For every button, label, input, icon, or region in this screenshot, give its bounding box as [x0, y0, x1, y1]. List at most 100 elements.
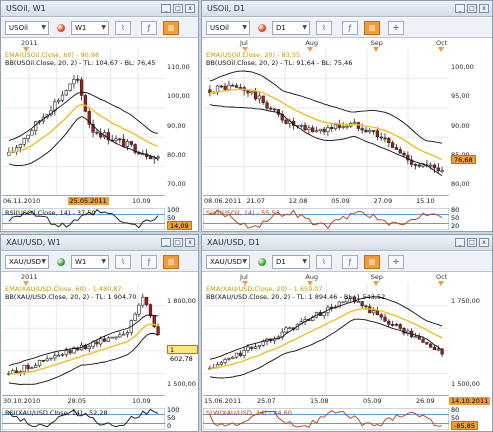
ema-legend: EMA(USOil.Close, 20) - 83,55	[206, 51, 301, 59]
panel-title-bar[interactable]: XAU/USD, D1 _ □ x	[202, 235, 492, 251]
minimize-button[interactable]: _	[161, 238, 171, 247]
indicators-icon[interactable]: ƒ	[342, 21, 358, 35]
close-button[interactable]: x	[185, 238, 195, 247]
chart-type-icon[interactable]: ⌇	[316, 255, 332, 269]
candle-body	[284, 327, 288, 333]
x-axis-date: 05.09	[363, 397, 382, 405]
symbol-select[interactable]: USOil ▼	[206, 21, 250, 35]
bar-mode-icon[interactable]: ▥	[163, 21, 179, 35]
candle-body	[390, 142, 395, 148]
y-axis-tick: 90,00	[167, 121, 186, 130]
candle-body	[114, 336, 118, 339]
minimize-button[interactable]: _	[161, 4, 171, 13]
candle-body	[383, 316, 387, 322]
candle-body	[379, 136, 383, 139]
timeframe-select[interactable]: W1 ▼	[71, 21, 109, 35]
x-axis-date: 25.07	[257, 397, 276, 405]
close-button[interactable]: x	[185, 4, 195, 13]
symbol-select[interactable]: XAU/USD ▼	[206, 255, 250, 269]
candle-body	[387, 320, 391, 325]
candle-body	[95, 131, 99, 134]
indicators-icon[interactable]: ƒ	[141, 255, 157, 269]
candle-body	[148, 304, 153, 317]
x-axis-date: 10.09	[132, 197, 151, 205]
chart-type-icon[interactable]: ⌇	[115, 21, 131, 35]
x-axis-date: 26.09	[416, 397, 435, 405]
timeframe-select[interactable]: D1 ▼	[272, 21, 310, 35]
candle-body	[429, 343, 433, 348]
top-date-label: 2011	[21, 273, 38, 281]
candle-body	[68, 83, 72, 91]
bar-mode-icon[interactable]: ▥	[364, 255, 380, 269]
candle-body	[307, 127, 311, 131]
close-button[interactable]: x	[479, 4, 489, 13]
symbol-value: USOil	[9, 24, 28, 32]
top-date-label: Aug	[305, 39, 319, 47]
candle-body	[56, 99, 61, 103]
symbol-select[interactable]: USOil ▼	[5, 21, 49, 35]
bollinger-legend: BB(XAU/USD.Close, 20, 2) - TL: 1 894,46 …	[206, 293, 386, 301]
x-axis-date: 25.05.2011	[67, 197, 109, 205]
close-button[interactable]: x	[479, 238, 489, 247]
panel-title-bar[interactable]: XAU/USD, W1 _ □ x	[1, 235, 198, 251]
maximize-button[interactable]: □	[173, 238, 183, 247]
y-axis-tick: 1 750,00	[451, 297, 480, 305]
candle-body	[125, 141, 130, 147]
chart-panel-3: XAU/USD, W1 _ □ x XAU/USD ▼ W1 ▼ ⌇ ƒ ▥ 2011 BB(XAU/U…	[0, 234, 199, 432]
candle-body	[246, 346, 250, 351]
crosshair-icon[interactable]: ✛	[388, 21, 404, 35]
status-indicator-icon	[57, 258, 65, 266]
x-axis-date: 15.06.2011	[204, 397, 242, 405]
candle-body	[114, 138, 118, 141]
candle-body	[238, 352, 242, 356]
symbol-value: XAU/USD	[210, 258, 243, 266]
current-price-badge: 76,68	[451, 154, 476, 164]
candle-body	[257, 344, 262, 348]
x-axis-date: 28.05	[67, 397, 87, 405]
x-axis-date: 27.09	[373, 197, 393, 205]
x-axis-date: 10.09	[132, 397, 151, 405]
candle-body	[238, 87, 242, 89]
chart-type-icon[interactable]: ⌇	[316, 21, 332, 35]
timeframe-select[interactable]: D1 ▼	[272, 255, 310, 269]
candle-body	[110, 336, 114, 339]
candle-body	[345, 125, 349, 128]
maximize-button[interactable]: □	[467, 4, 477, 13]
candle-body	[118, 138, 122, 141]
bollinger-legend: BB(USOil.Close, 20, 2) - TL: 91,64 - BL:…	[206, 59, 353, 67]
candle-body	[364, 129, 368, 133]
candle-body	[118, 334, 122, 338]
bar-mode-icon[interactable]: ▥	[163, 255, 179, 269]
panel-title-bar[interactable]: USOil, W1 _ □ x	[1, 1, 198, 17]
candle-body	[375, 130, 380, 138]
candle-body	[421, 164, 425, 167]
oscillator-legend: RSI(XAU/USD.Close, 14) - 52,28	[5, 409, 108, 417]
candle-body	[379, 314, 383, 318]
candle-body	[394, 324, 399, 326]
indicators-icon[interactable]: ƒ	[342, 255, 358, 269]
candle-body	[99, 338, 103, 345]
maximize-button[interactable]: □	[173, 4, 183, 13]
minimize-button[interactable]: _	[455, 238, 465, 247]
chevron-down-icon: ▼	[101, 258, 106, 265]
candle-body	[83, 95, 88, 112]
bollinger-legend: BB(XAU/USD.Close, 20, 2) - TL: 1 904,70	[5, 293, 137, 301]
symbol-select[interactable]: XAU/USD ▼	[5, 255, 49, 269]
candle-body	[22, 364, 26, 372]
bar-mode-icon[interactable]: ▥	[364, 21, 380, 35]
maximize-button[interactable]: □	[467, 238, 477, 247]
minimize-button[interactable]: _	[455, 4, 465, 13]
candle-body	[76, 79, 80, 81]
panel-title-bar[interactable]: USOil, D1 _ □ x	[202, 1, 492, 17]
candle-body	[390, 324, 395, 326]
oscillator-tick: 100	[167, 206, 180, 214]
window-controls: _ □ x	[161, 238, 195, 247]
candle-body	[156, 326, 160, 335]
timeframe-select[interactable]: W1 ▼	[71, 255, 109, 269]
crosshair-icon[interactable]: ✛	[388, 255, 404, 269]
oscillator-legend: SLW(USOil, 14) - 55,53	[206, 209, 280, 217]
indicators-icon[interactable]: ƒ	[141, 21, 157, 35]
candle-body	[231, 84, 235, 87]
candle-body	[49, 357, 53, 360]
chart-type-icon[interactable]: ⌇	[115, 255, 131, 269]
